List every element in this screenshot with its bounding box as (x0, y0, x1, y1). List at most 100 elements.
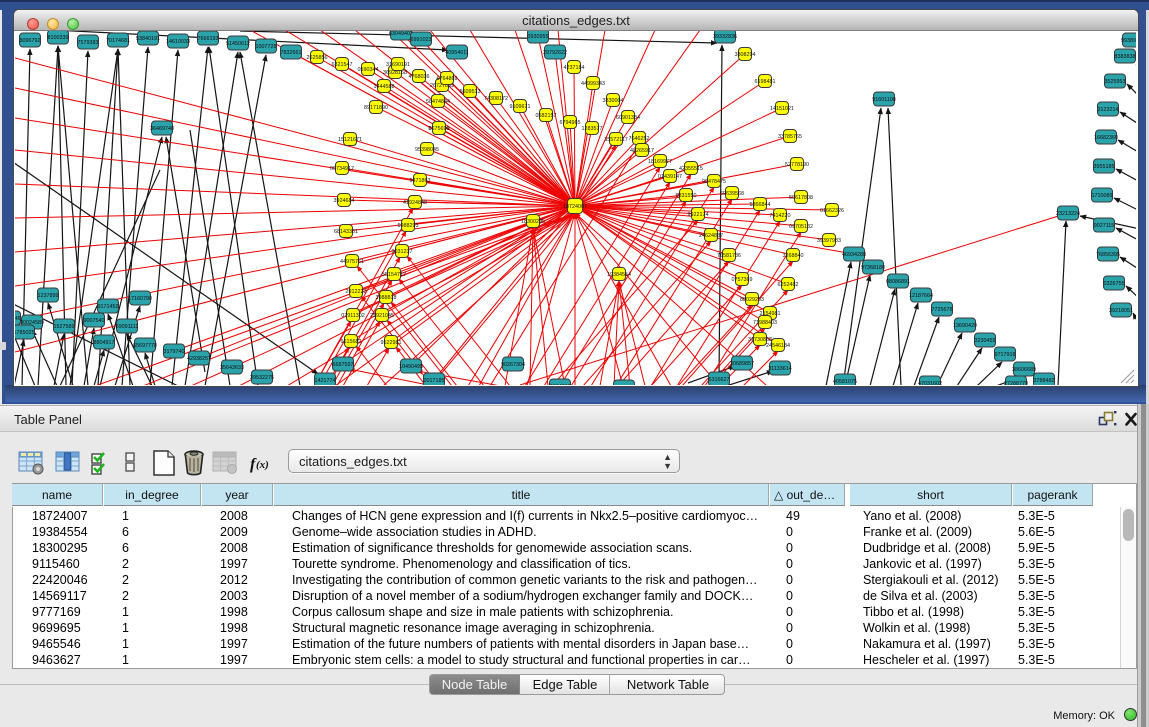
svg-text:8100339: 8100339 (48, 35, 69, 41)
svg-text:3924684: 3924684 (334, 198, 355, 204)
svg-text:8804917: 8804917 (94, 340, 115, 346)
svg-text:24546184: 24546184 (766, 343, 790, 349)
svg-text:31133614: 31133614 (768, 366, 792, 372)
svg-text:53840191: 53840191 (136, 36, 160, 42)
svg-text:2675690: 2675690 (429, 126, 450, 132)
svg-text:7666193: 7666193 (198, 36, 219, 42)
svg-text:13690420: 13690420 (953, 323, 977, 329)
svg-text:01662326: 01662326 (820, 208, 844, 214)
svg-text:71988403: 71988403 (753, 320, 777, 326)
svg-text:4768036: 4768036 (409, 74, 430, 80)
svg-text:08086891: 08086891 (886, 279, 910, 285)
svg-text:8096792: 8096792 (20, 38, 41, 44)
svg-text:14151021: 14151021 (770, 106, 794, 112)
svg-text:5988293: 5988293 (398, 223, 419, 229)
svg-text:9922174: 9922174 (688, 212, 709, 218)
svg-text:3988818: 3988818 (376, 295, 397, 301)
svg-text:9109671: 9109671 (510, 104, 531, 110)
svg-text:6794965: 6794965 (560, 120, 581, 126)
svg-text:3930955: 3930955 (528, 34, 549, 40)
svg-text:5471863: 5471863 (410, 178, 431, 184)
svg-text:0326755: 0326755 (1104, 281, 1125, 287)
svg-text:39332836: 39332836 (713, 34, 737, 40)
svg-text:5366844: 5366844 (750, 202, 771, 208)
svg-text:41924848: 41924848 (403, 200, 427, 206)
svg-text:76856395: 76856395 (1096, 252, 1120, 258)
svg-text:3808294: 3808294 (735, 52, 756, 58)
svg-text:52778190: 52778190 (785, 162, 809, 168)
svg-text:89171890: 89171890 (364, 105, 388, 111)
svg-text:3788482: 3788482 (1034, 378, 1055, 384)
svg-text:70174681: 70174681 (106, 38, 130, 44)
svg-text:39532275: 39532275 (250, 375, 274, 381)
svg-text:47031602: 47031602 (918, 381, 942, 385)
svg-text:60901384: 60901384 (616, 115, 640, 121)
svg-text:01439147: 01439147 (658, 174, 682, 180)
svg-text:35572117: 35572117 (604, 137, 628, 143)
svg-text:69091111: 69091111 (116, 324, 139, 330)
svg-text:51450612: 51450612 (226, 41, 250, 47)
svg-text:3123214: 3123214 (1098, 107, 1119, 113)
svg-text:3374207: 3374207 (550, 384, 571, 385)
svg-text:6316627: 6316627 (709, 377, 730, 383)
svg-text:33785765: 33785765 (778, 134, 802, 140)
svg-text:3830004: 3830004 (603, 98, 624, 104)
svg-text:12187664: 12187664 (909, 293, 933, 299)
svg-text:88029203: 88029203 (740, 297, 764, 303)
svg-text:17160790: 17160790 (128, 296, 152, 302)
svg-text:39397983: 39397983 (817, 238, 841, 244)
svg-text:55154717: 55154717 (382, 272, 406, 278)
svg-text:19384554: 19384554 (607, 272, 631, 278)
svg-text:1527589: 1527589 (54, 324, 75, 330)
svg-text:1237899: 1237899 (38, 293, 59, 299)
svg-text:90267304: 90267304 (501, 362, 525, 368)
svg-text:6321547: 6321547 (332, 62, 353, 68)
svg-text:14610033: 14610033 (166, 39, 190, 45)
svg-text:44975761: 44975761 (340, 259, 364, 265)
svg-text:30689857: 30689857 (730, 361, 754, 367)
svg-text:44999343: 44999343 (581, 81, 605, 87)
svg-text:06734917: 06734917 (330, 166, 354, 172)
svg-text:6198481: 6198481 (755, 79, 776, 85)
svg-text:3525953: 3525953 (1105, 79, 1126, 85)
svg-text:0590344: 0590344 (358, 67, 379, 73)
svg-text:40954611: 40954611 (445, 50, 469, 56)
svg-text:9717918: 9717918 (995, 352, 1016, 358)
svg-text:6615682: 6615682 (341, 339, 362, 345)
svg-text:69639568: 69639568 (720, 191, 744, 197)
svg-text:2017185: 2017185 (424, 378, 445, 384)
svg-text:1007728: 1007728 (256, 44, 277, 50)
svg-text:97368180: 97368180 (861, 265, 885, 271)
svg-text:6252482: 6252482 (778, 282, 799, 288)
svg-text:7646252: 7646252 (629, 136, 650, 142)
svg-text:48265917: 48265917 (630, 148, 654, 154)
svg-text:3230455: 3230455 (975, 338, 996, 344)
svg-text:1421774: 1421774 (315, 378, 336, 384)
svg-text:74308172: 74308172 (484, 96, 508, 102)
svg-text:9522981: 9522981 (381, 340, 402, 346)
svg-text:38606689: 38606689 (1012, 367, 1036, 373)
svg-text:7414220: 7414220 (770, 213, 791, 219)
svg-text:7725678: 7725678 (932, 307, 953, 313)
svg-text:46934288: 46934288 (842, 252, 866, 258)
svg-text:7832661: 7832661 (281, 50, 302, 56)
svg-text:2912223: 2912223 (346, 289, 367, 295)
svg-text:18169977: 18169977 (648, 159, 672, 165)
svg-text:10490495: 10490495 (399, 364, 423, 370)
svg-text:5609513: 5609513 (460, 89, 481, 95)
svg-text:2625856: 2625856 (307, 55, 328, 61)
svg-text:1710089: 1710089 (1092, 193, 1113, 199)
svg-text:1283577: 1283577 (582, 126, 603, 132)
svg-text:09705132: 09705132 (789, 224, 813, 230)
svg-text:76581736: 76581736 (717, 253, 741, 259)
svg-text:0582157: 0582157 (536, 113, 557, 119)
svg-text:40581075: 40581075 (833, 379, 857, 385)
svg-text:18724007: 18724007 (563, 204, 587, 210)
svg-text:16682360: 16682360 (1094, 135, 1118, 141)
svg-text:18300295: 18300295 (521, 219, 545, 225)
svg-text:42355515: 42355515 (679, 166, 703, 172)
svg-text:29792622: 29792622 (543, 50, 567, 56)
svg-text:42938257: 42938257 (187, 356, 211, 362)
svg-text:91601108: 91601108 (872, 97, 896, 103)
svg-text:6687597: 6687597 (333, 362, 354, 368)
